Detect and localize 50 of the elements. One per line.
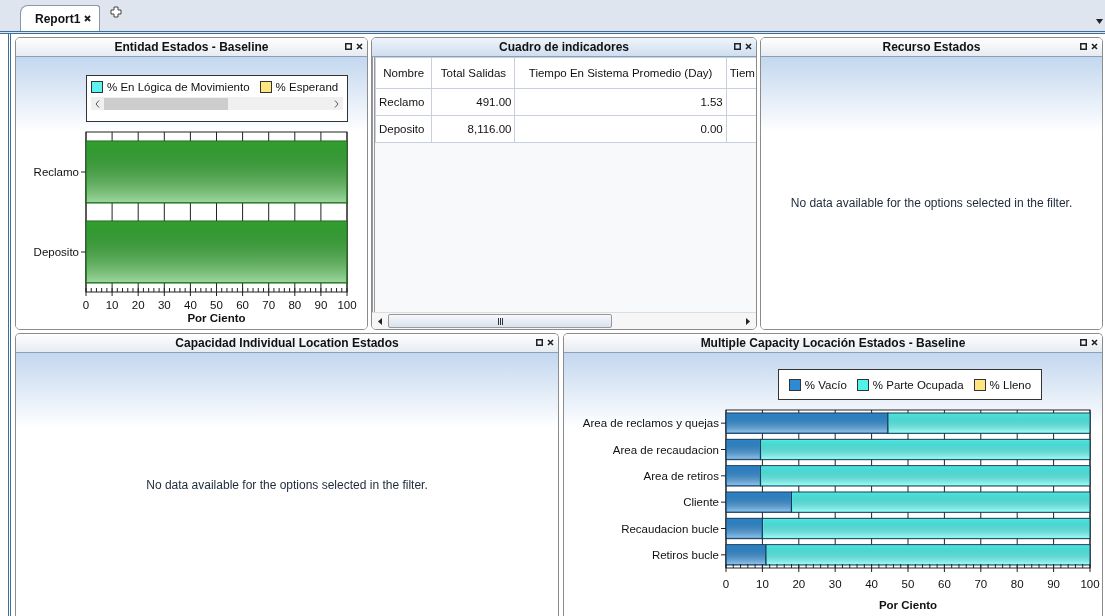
panel-title: Cuadro de indicadores bbox=[499, 40, 629, 54]
table-cell: 8,116.00 bbox=[431, 115, 515, 143]
legend-label: % Parte Ocupada bbox=[872, 378, 964, 391]
category-label: Cliente bbox=[683, 496, 719, 509]
axis-title: Por Ciento bbox=[187, 312, 246, 324]
tick-label: 80 bbox=[288, 299, 302, 311]
legend-label: % Esperand bbox=[275, 81, 339, 93]
tick-label: 20 bbox=[131, 299, 145, 311]
tick-label: 70 bbox=[262, 299, 276, 311]
tick-label: 20 bbox=[792, 578, 806, 590]
table-cell: Reclamo bbox=[375, 88, 432, 116]
tick-label: 90 bbox=[314, 299, 328, 311]
tick-label: 10 bbox=[105, 299, 119, 311]
empty-message: No data available for the options selected in the filter. bbox=[146, 477, 428, 492]
tick-label: 100 bbox=[337, 299, 357, 311]
axis-title: Por Ciento bbox=[878, 599, 938, 611]
tick-label: 50 bbox=[901, 578, 915, 590]
tick-label: 60 bbox=[236, 299, 249, 311]
legend-label: % Lleno bbox=[989, 378, 1032, 391]
category-label: Area de reclamos y quejas bbox=[582, 417, 719, 430]
category-label: Retiros bucle bbox=[651, 548, 719, 561]
legend-label: % En Lógica de Movimiento bbox=[107, 81, 250, 93]
table-cell: 491.00 bbox=[431, 88, 515, 116]
panel-title: Recurso Estados bbox=[882, 40, 981, 54]
table-cell: Deposito bbox=[375, 115, 432, 143]
tick-label: 10 bbox=[756, 578, 769, 590]
tick-label: 60 bbox=[938, 578, 951, 590]
category-label: Deposito bbox=[33, 246, 79, 258]
category-label: Area de retiros bbox=[643, 469, 719, 482]
tick-label: 40 bbox=[865, 578, 878, 590]
tick-label: 80 bbox=[1010, 578, 1024, 590]
category-label: Area de recaudacion bbox=[612, 443, 719, 456]
tick-label: 90 bbox=[1047, 578, 1060, 590]
tick-label: 30 bbox=[828, 578, 842, 590]
tick-label: 0 bbox=[722, 578, 730, 590]
legend-label: % Vacío bbox=[804, 378, 847, 391]
panel-title: Multiple Capacity Locación Estados - Baseline bbox=[700, 336, 966, 350]
category-label: Recaudacion bucle bbox=[621, 522, 719, 535]
tick-label: 50 bbox=[210, 299, 223, 311]
table-cell: 1.53 bbox=[515, 88, 727, 116]
tick-label: 0 bbox=[82, 299, 90, 311]
panel-title: Entidad Estados - Baseline bbox=[114, 40, 269, 54]
tick-label: 30 bbox=[157, 299, 171, 311]
category-label: Reclamo bbox=[33, 166, 79, 178]
tick-label: 40 bbox=[184, 299, 197, 311]
empty-message: No data available for the options selected in the filter. bbox=[790, 196, 1073, 210]
panel-title: Capacidad Individual Location Estados bbox=[175, 336, 399, 350]
tick-label: 100 bbox=[1080, 578, 1100, 590]
table-cell: 0.00 bbox=[515, 115, 727, 143]
tick-label: 70 bbox=[974, 578, 988, 590]
